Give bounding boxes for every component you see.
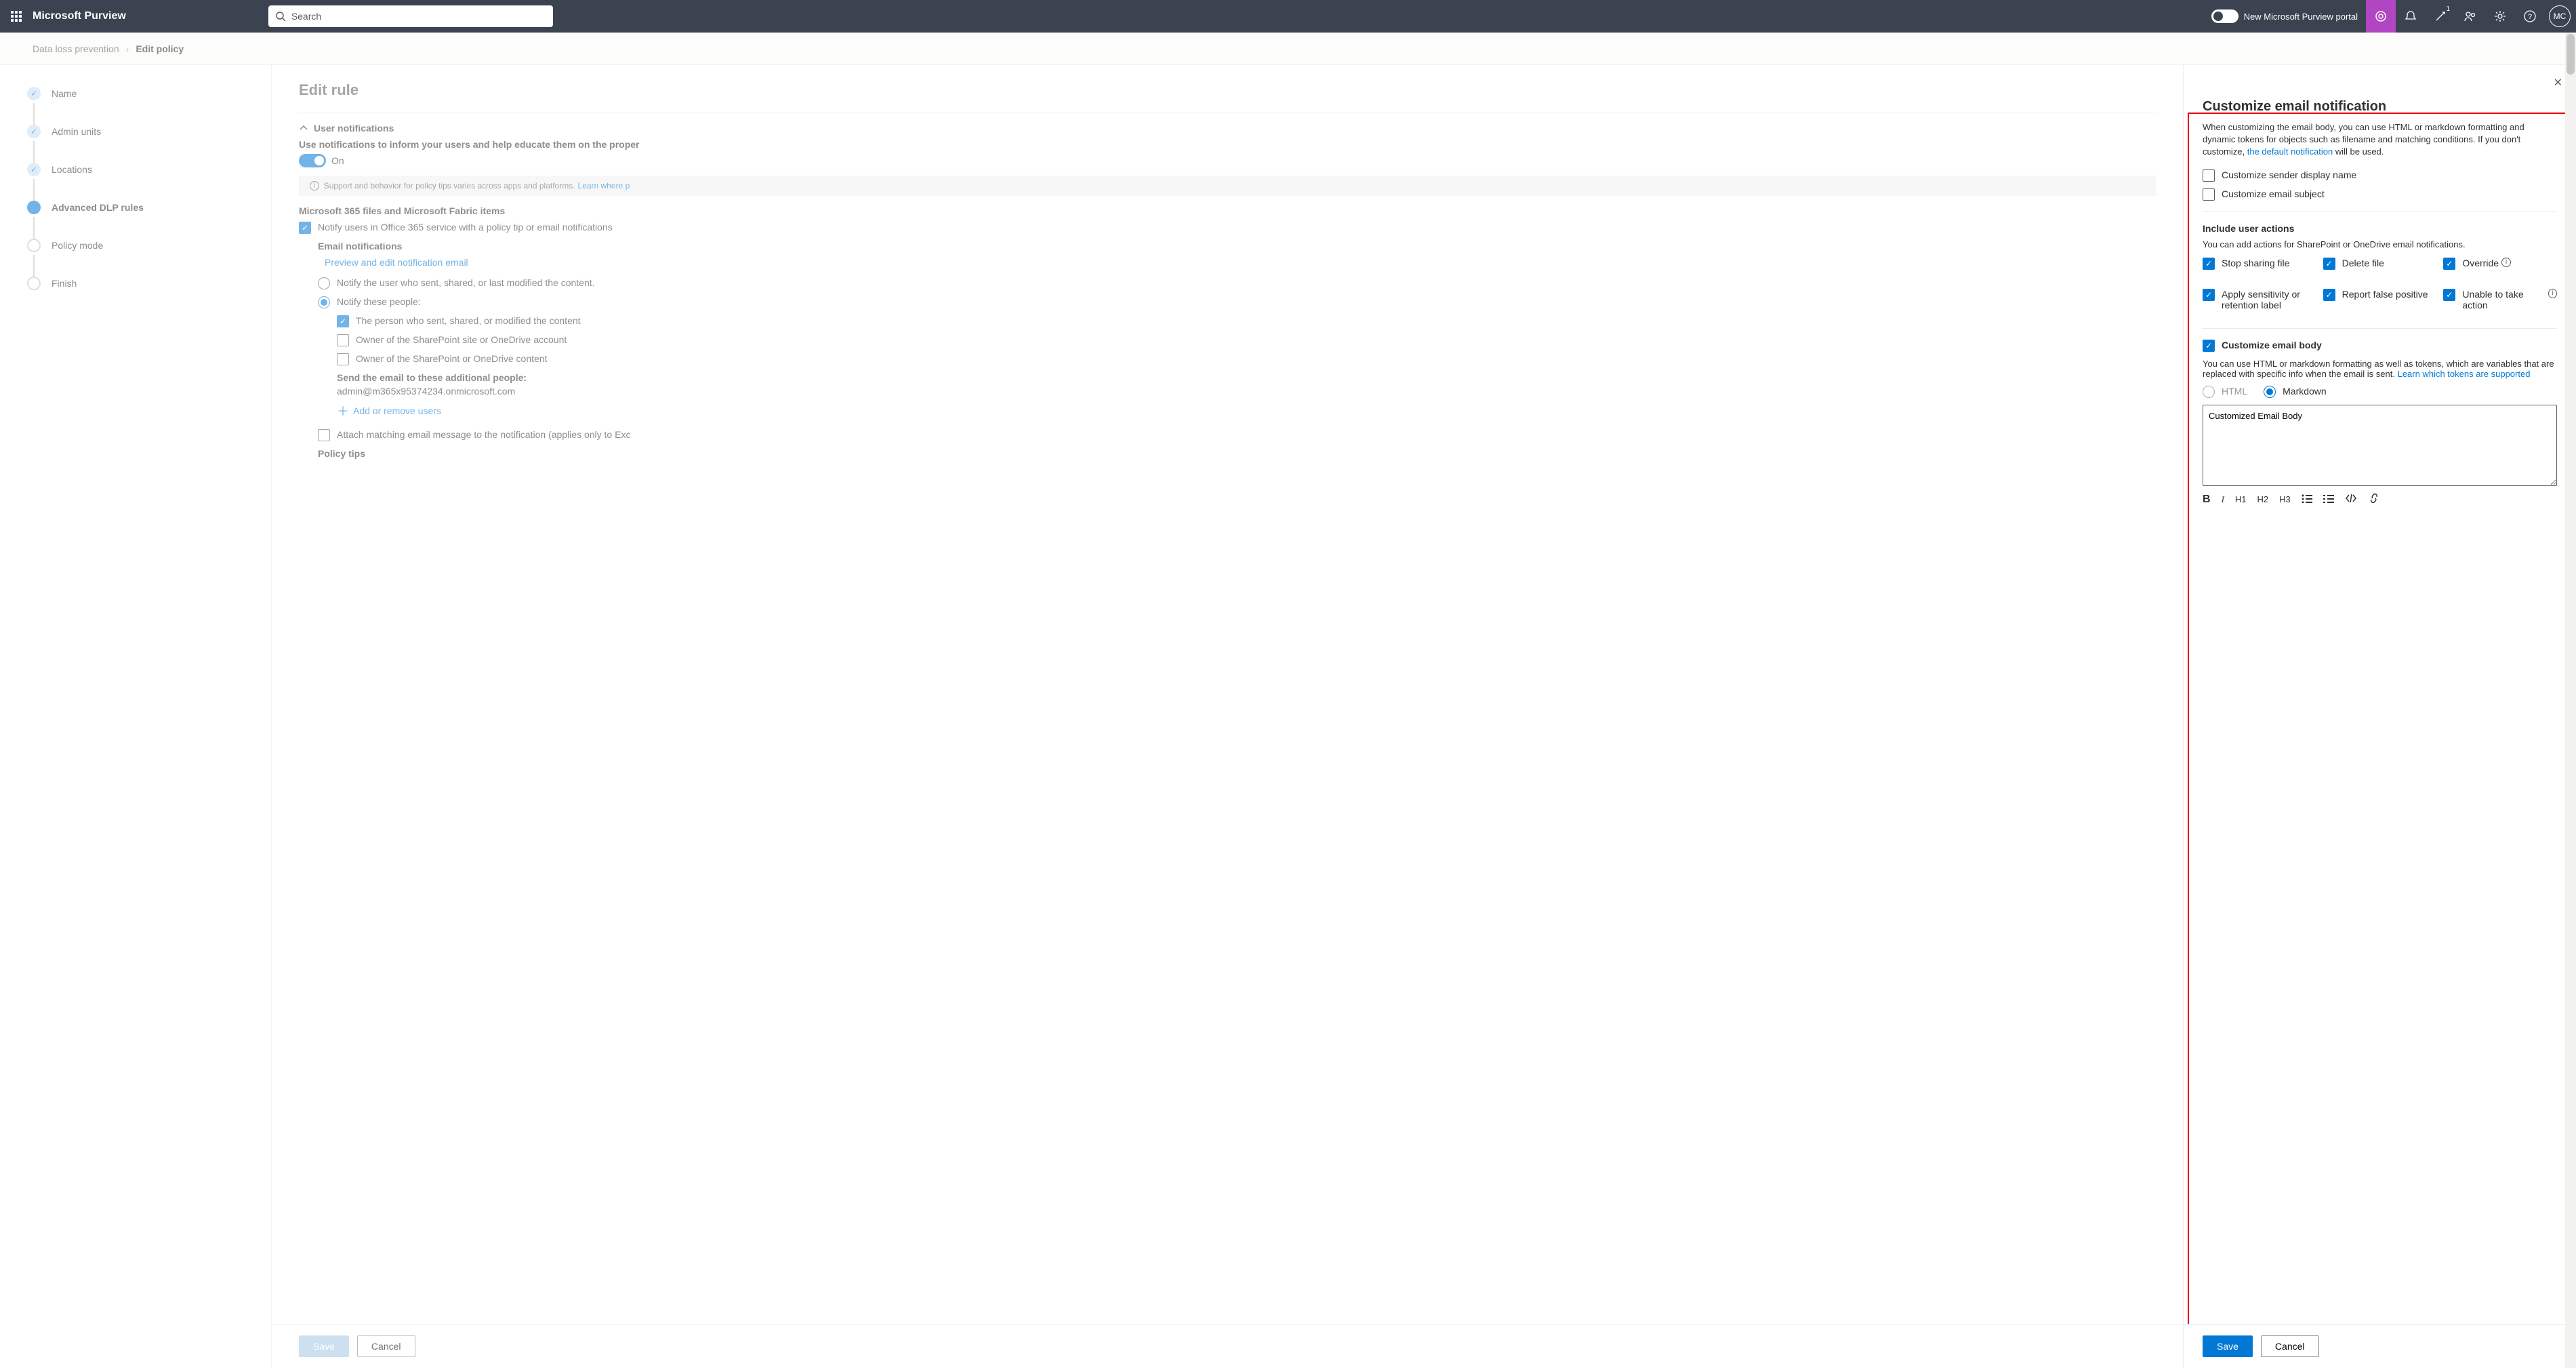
info-icon: i (310, 181, 319, 190)
chevron-right-icon: › (126, 43, 129, 54)
customize-body-checkbox[interactable]: ✓ (2203, 340, 2215, 352)
customize-sender-checkbox[interactable] (2203, 169, 2215, 182)
person-sent-checkbox[interactable]: ✓ (337, 315, 349, 327)
content-owner-checkbox[interactable] (337, 353, 349, 365)
step-finish[interactable]: Finish (27, 277, 255, 290)
notify-policy-tip-checkbox[interactable]: ✓ (299, 222, 311, 234)
h2-button[interactable]: H2 (2257, 494, 2269, 504)
additional-email-value: admin@m365x95374234.onmicrosoft.com (337, 386, 2156, 397)
diagnostics-icon[interactable]: 1 (2426, 0, 2455, 33)
step-advanced-dlp-rules[interactable]: Advanced DLP rules (27, 201, 255, 214)
breadcrumb-current: Edit policy (136, 43, 184, 54)
step-locations[interactable]: ✓Locations (27, 163, 255, 176)
customize-cancel-button[interactable]: Cancel (2261, 1335, 2319, 1357)
settings-icon[interactable] (2485, 0, 2515, 33)
search-input[interactable]: Search (268, 5, 553, 27)
include-actions-sub: You can add actions for SharePoint or On… (2203, 239, 2557, 249)
step-admin-units[interactable]: ✓Admin units (27, 125, 255, 138)
top-bar: Microsoft Purview Search New Microsoft P… (0, 0, 2576, 33)
add-remove-users-button[interactable]: ＋Add or remove users (337, 402, 2156, 420)
breadcrumb: Data loss prevention › Edit policy (0, 33, 2576, 65)
italic-button[interactable]: I (2222, 494, 2224, 505)
code-icon[interactable] (2345, 494, 2357, 505)
notify-these-people-radio[interactable] (318, 296, 330, 308)
h3-button[interactable]: H3 (2279, 494, 2291, 504)
format-html-radio[interactable] (2203, 386, 2215, 398)
customize-subject-checkbox[interactable] (2203, 188, 2215, 201)
email-notifications-heading: Email notifications (318, 241, 2156, 252)
edit-rule-cancel-button[interactable]: Cancel (357, 1335, 415, 1357)
svg-text:?: ? (2528, 13, 2532, 21)
numbered-list-icon[interactable] (2323, 494, 2334, 505)
edit-rule-panel: Edit rule User notifications Use notific… (271, 65, 2183, 1368)
site-owner-checkbox[interactable] (337, 334, 349, 346)
bullet-list-icon[interactable] (2302, 494, 2312, 505)
vertical-scrollbar[interactable] (2565, 33, 2576, 1368)
user-avatar[interactable]: MC (2549, 5, 2571, 27)
copilot-icon[interactable] (2366, 0, 2396, 33)
email-body-textarea[interactable] (2203, 405, 2557, 486)
attach-email-checkbox[interactable] (318, 429, 330, 441)
files-heading: Microsoft 365 files and Microsoft Fabric… (299, 205, 2156, 216)
override-checkbox[interactable]: ✓ (2443, 258, 2455, 270)
info-icon[interactable]: i (2501, 258, 2511, 267)
tokens-link[interactable]: Learn which tokens are supported (2398, 369, 2531, 379)
h1-button[interactable]: H1 (2235, 494, 2247, 504)
edit-rule-save-button[interactable]: Save (299, 1335, 349, 1357)
customize-body-sub: You can use HTML or markdown formatting … (2203, 359, 2557, 379)
include-actions-heading: Include user actions (2203, 223, 2557, 234)
people-icon[interactable] (2455, 0, 2485, 33)
default-notification-link[interactable]: the default notification (2247, 146, 2333, 157)
plus-icon: ＋ (337, 402, 349, 420)
portal-toggle[interactable] (2211, 9, 2238, 23)
notifications-toggle[interactable] (299, 154, 326, 167)
section-user-notifications[interactable]: User notifications (299, 113, 2156, 134)
notifications-icon[interactable] (2396, 0, 2426, 33)
report-false-positive-checkbox[interactable]: ✓ (2323, 289, 2335, 301)
format-markdown-radio[interactable] (2264, 386, 2276, 398)
stop-sharing-checkbox[interactable]: ✓ (2203, 258, 2215, 270)
delete-file-checkbox[interactable]: ✓ (2323, 258, 2335, 270)
link-icon[interactable] (2368, 494, 2380, 505)
search-placeholder: Search (291, 11, 321, 22)
chevron-up-icon (299, 123, 308, 133)
portal-toggle-label: New Microsoft Purview portal (2244, 12, 2358, 22)
formatting-toolbar: B I H1 H2 H3 (2203, 494, 2557, 506)
app-launcher-icon[interactable] (5, 5, 27, 27)
customize-email-panel: ✕ Customize email notification When cust… (2183, 65, 2576, 1368)
help-icon[interactable]: ? (2515, 0, 2545, 33)
info-icon[interactable]: i (2548, 289, 2557, 298)
diagnostics-badge: 1 (2446, 5, 2450, 13)
learn-where-link[interactable]: Learn where p (578, 181, 630, 190)
step-name[interactable]: ✓Name (27, 87, 255, 100)
additional-people-label: Send the email to these additional peopl… (337, 372, 2156, 383)
notifications-description: Use notifications to inform your users a… (299, 139, 2156, 150)
notify-sender-radio[interactable] (318, 277, 330, 289)
unable-to-take-action-checkbox[interactable]: ✓ (2443, 289, 2455, 301)
step-policy-mode[interactable]: Policy mode (27, 239, 255, 252)
apply-label-checkbox[interactable]: ✓ (2203, 289, 2215, 301)
panel-title: Edit rule (299, 81, 2156, 99)
customize-title: Customize email notification (2203, 99, 2557, 115)
info-banner: i Support and behavior for policy tips v… (299, 176, 2156, 196)
close-icon[interactable]: ✕ (2554, 76, 2562, 89)
breadcrumb-parent[interactable]: Data loss prevention (33, 43, 119, 54)
brand-title: Microsoft Purview (33, 10, 126, 22)
search-icon (275, 11, 286, 22)
policy-tips-heading: Policy tips (318, 448, 2156, 459)
wizard-stepper: ✓Name ✓Admin units ✓Locations Advanced D… (0, 65, 271, 1368)
customize-description: When customizing the email body, you can… (2203, 121, 2557, 159)
toggle-label: On (331, 155, 344, 166)
bold-button[interactable]: B (2203, 494, 2211, 506)
customize-save-button[interactable]: Save (2203, 1335, 2253, 1357)
preview-notification-link[interactable]: Preview and edit notification email (325, 257, 2156, 268)
